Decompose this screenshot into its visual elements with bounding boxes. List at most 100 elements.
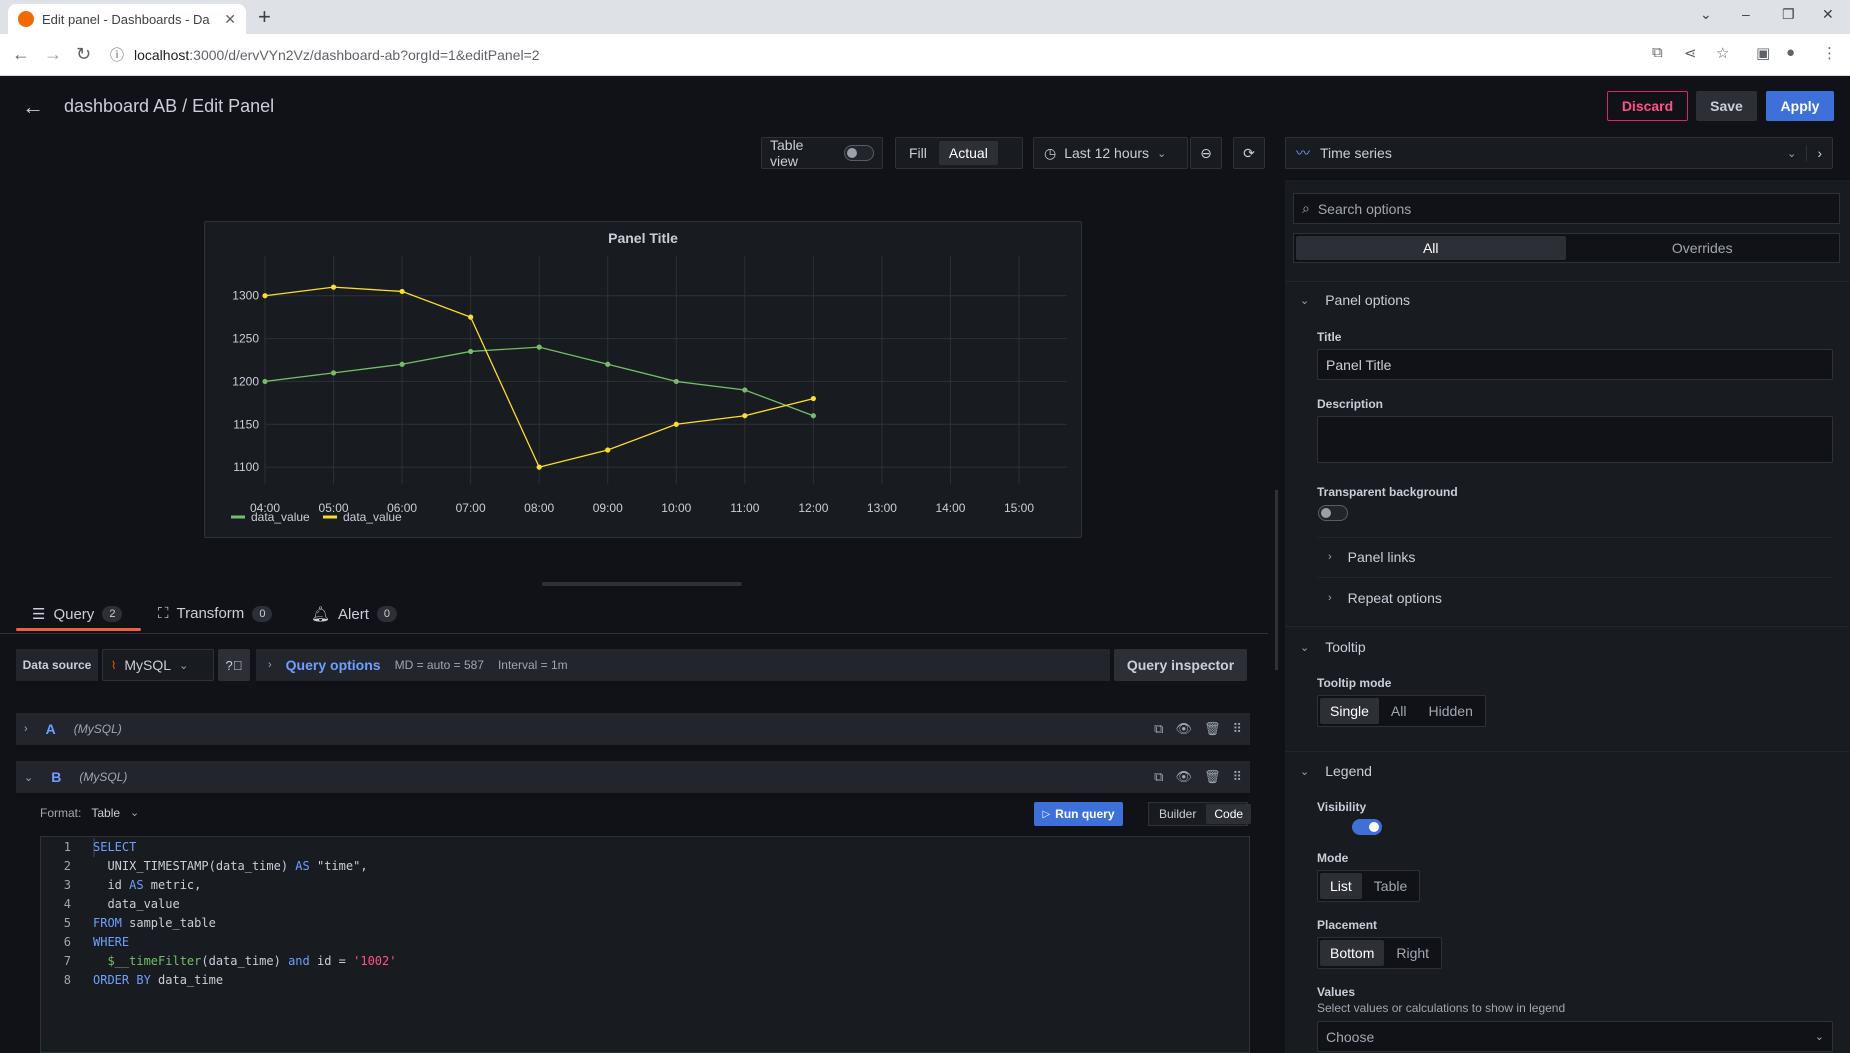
title-input[interactable]: Panel Title <box>1317 349 1833 380</box>
translate-icon[interactable]: ⧉ <box>1652 44 1663 61</box>
fill-actual-switch[interactable]: Fill Actual <box>895 137 1023 169</box>
discard-button[interactable]: Discard <box>1607 91 1688 121</box>
bookmark-star-icon[interactable]: ☆ <box>1716 44 1729 62</box>
legend-label: data_value <box>343 510 402 524</box>
format-select[interactable]: Format: Table ⌄ <box>40 806 139 820</box>
code-option[interactable]: Code <box>1206 804 1252 824</box>
url-field[interactable]: ⓘ localhost:3000/d/ervVYn2Vz/dashboard-a… <box>110 40 1660 70</box>
chevron-down-icon: ⌄ <box>1814 1031 1824 1043</box>
eye-icon[interactable]: 👁︎ <box>1175 721 1192 737</box>
back-to-dashboard-icon[interactable]: ← <box>22 94 44 120</box>
all-overrides-tabs[interactable]: All Overrides <box>1293 233 1840 263</box>
section-panel-options[interactable]: ⌄ Panel options <box>1300 292 1410 308</box>
save-button[interactable]: Save <box>1696 91 1757 121</box>
tab-all[interactable]: All <box>1296 236 1566 260</box>
legend-visibility-switch[interactable] <box>1351 819 1382 835</box>
query-row-b[interactable]: ⌄ B (MySQL) ⧉ 👁︎ 🗑︎ ⠿ <box>16 761 1250 793</box>
tooltip-mode-all[interactable]: All <box>1381 698 1417 724</box>
duplicate-icon[interactable]: ⧉ <box>1154 769 1163 785</box>
eye-icon[interactable]: 👁︎ <box>1175 769 1192 785</box>
share-icon[interactable]: ⋖ <box>1684 44 1697 62</box>
duplicate-icon[interactable]: ⧉ <box>1154 721 1163 737</box>
panel-resize-handle[interactable] <box>542 582 742 586</box>
apply-button[interactable]: Apply <box>1766 91 1834 121</box>
table-view-switch[interactable] <box>844 145 874 161</box>
minimize-icon[interactable]: – <box>1742 6 1750 22</box>
reload-icon[interactable]: ↻ <box>76 44 91 65</box>
builder-option[interactable]: Builder <box>1151 804 1204 824</box>
divider <box>1317 577 1833 578</box>
x-tick-label: 09:00 <box>593 501 623 515</box>
builder-code-switch[interactable]: Builder Code <box>1148 802 1252 826</box>
browser-menu-icon[interactable]: ⋮ <box>1822 44 1837 62</box>
code-line: SELECT <box>93 840 137 854</box>
datasource-picker[interactable]: ⌇ MySQL ⌄ <box>102 649 214 681</box>
sql-code-editor[interactable]: 1 2 3 4 5 6 7 8 SELECT UNIX_TIMESTAMP(da… <box>40 836 1250 1053</box>
search-options-input[interactable]: ⌕ Search options <box>1293 193 1840 224</box>
query-options-bar[interactable]: › Query options MD = auto = 587 Interval… <box>256 649 1110 681</box>
run-query-button[interactable]: ▷ Run query <box>1034 802 1123 826</box>
datasource-help-button[interactable]: ?⃝ <box>218 649 250 681</box>
section-panel-links[interactable]: › Panel links <box>1328 549 1415 565</box>
tooltip-mode-radio[interactable]: Single All Hidden <box>1317 695 1486 727</box>
chevron-down-icon[interactable]: ⌄ <box>24 771 33 784</box>
code-line: WHERE <box>93 935 130 949</box>
side-panel-icon[interactable]: ▣ <box>1756 44 1770 62</box>
legend-placement-right[interactable]: Right <box>1386 940 1439 966</box>
legend-placement-radio[interactable]: Bottom Right <box>1317 937 1443 969</box>
query-row-a[interactable]: › A (MySQL) ⧉ 👁︎ 🗑︎ ⠿ <box>16 713 1250 745</box>
restore-icon[interactable]: ❐ <box>1782 6 1795 23</box>
line-number: 8 <box>63 973 71 987</box>
tab-query[interactable]: ☰ Query 2 <box>32 605 123 623</box>
url-path: :3000/d/ervVYn2Vz/dashboard-ab?orgId=1&e… <box>189 47 540 63</box>
profile-icon[interactable]: ● <box>1786 44 1795 61</box>
drag-handle-icon[interactable]: ⠿ <box>1232 769 1242 785</box>
tooltip-mode-single[interactable]: Single <box>1320 698 1379 724</box>
max-data-points: MD = auto = 587 <box>394 658 484 672</box>
x-tick-label: 08:00 <box>524 501 554 515</box>
chevron-right-icon[interactable]: › <box>24 723 28 735</box>
legend-mode-table[interactable]: Table <box>1364 873 1417 899</box>
refresh-button[interactable]: ⟳ <box>1233 137 1265 169</box>
database-icon: ☰ <box>32 606 46 623</box>
visualization-picker[interactable]: 〰 Time series ⌄ › <box>1285 137 1833 169</box>
x-tick-label: 07:00 <box>456 501 486 515</box>
legend-mode-radio[interactable]: List Table <box>1317 870 1421 902</box>
tab-search-chevron-icon[interactable]: ⌄ <box>1700 6 1712 23</box>
time-range-picker[interactable]: ◷ Last 12 hours ⌄ <box>1033 137 1188 169</box>
back-icon[interactable]: ← <box>12 44 30 65</box>
zoom-out-button[interactable]: ⊖ <box>1190 137 1222 169</box>
site-info-icon[interactable]: ⓘ <box>110 45 124 65</box>
tooltip-mode-label: Tooltip mode <box>1317 676 1392 690</box>
trash-icon[interactable]: 🗑︎ <box>1204 721 1221 737</box>
section-tooltip[interactable]: ⌄ Tooltip <box>1300 639 1366 655</box>
legend-mode-list[interactable]: List <box>1320 873 1362 899</box>
actual-option[interactable]: Actual <box>938 141 998 165</box>
tab-alert[interactable]: 🔔︎ Alert 0 <box>311 605 398 623</box>
tab-transform[interactable]: ⛶ Transform 0 <box>158 605 273 622</box>
forward-icon[interactable]: → <box>44 44 62 65</box>
section-legend[interactable]: ⌄ Legend <box>1300 763 1372 779</box>
new-tab-icon[interactable]: + <box>258 4 271 30</box>
query-inspector-button[interactable]: Query inspector <box>1114 649 1247 681</box>
legend-values-select[interactable]: Choose ⌄ <box>1317 1021 1833 1052</box>
panel-links-label: Panel links <box>1347 549 1416 565</box>
trash-icon[interactable]: 🗑︎ <box>1204 769 1221 785</box>
tab-overrides[interactable]: Overrides <box>1568 236 1838 260</box>
section-repeat-options[interactable]: › Repeat options <box>1328 590 1442 606</box>
query-options-link[interactable]: Query options <box>286 657 381 673</box>
drag-handle-icon[interactable]: ⠿ <box>1232 721 1242 737</box>
close-tab-icon[interactable]: ✕ <box>224 11 236 28</box>
browser-tab[interactable]: Edit panel - Dashboards - Da ✕ <box>8 4 246 34</box>
collapse-options-icon[interactable]: › <box>1806 145 1822 161</box>
tooltip-mode-hidden[interactable]: Hidden <box>1418 698 1482 724</box>
legend-placement-bottom[interactable]: Bottom <box>1320 940 1385 966</box>
description-textarea[interactable] <box>1317 416 1833 463</box>
transparent-background-switch[interactable] <box>1318 505 1348 521</box>
pane-splitter[interactable] <box>1275 490 1278 670</box>
data-point <box>468 348 474 355</box>
close-window-icon[interactable]: ✕ <box>1822 6 1834 23</box>
data-point <box>605 361 611 367</box>
table-view-toggle[interactable]: Table view <box>761 137 883 169</box>
fill-option[interactable]: Fill <box>899 141 937 165</box>
